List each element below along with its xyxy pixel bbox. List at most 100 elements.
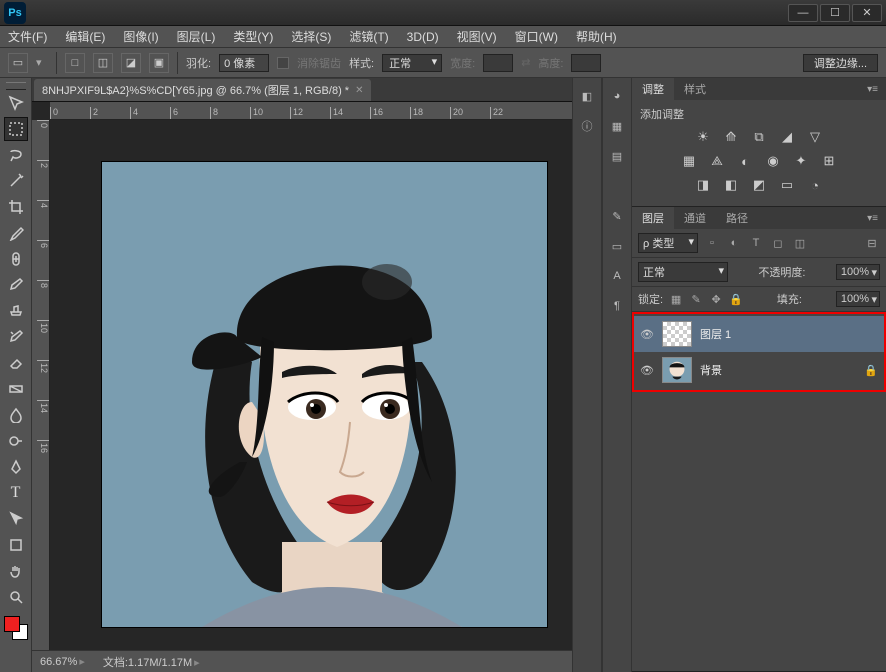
zoom-level[interactable]: 66.67%▸: [40, 655, 85, 668]
lock-all-icon[interactable]: 🔒: [729, 292, 743, 306]
magic-wand-tool[interactable]: [4, 169, 28, 193]
filter-shape-icon[interactable]: ◻: [770, 235, 786, 251]
brush-tool[interactable]: [4, 273, 28, 297]
blur-tool[interactable]: [4, 403, 28, 427]
healing-brush-tool[interactable]: [4, 247, 28, 271]
layer-name[interactable]: 背景: [700, 362, 722, 378]
color-panel-icon[interactable]: ◕: [607, 86, 627, 106]
threshold-icon[interactable]: ◩: [750, 176, 768, 194]
info-panel-icon[interactable]: ⓘ: [577, 116, 597, 136]
dodge-tool[interactable]: [4, 429, 28, 453]
curves-icon[interactable]: ⧉: [750, 128, 768, 146]
refine-edge-button[interactable]: 调整边缘...: [803, 54, 878, 72]
intersect-selection-icon[interactable]: ▣: [149, 53, 169, 73]
visibility-icon[interactable]: 👁: [640, 328, 654, 341]
eyedropper-tool[interactable]: [4, 221, 28, 245]
ruler-vertical[interactable]: 0246810121416: [32, 120, 50, 650]
brightness-icon[interactable]: ☀: [694, 128, 712, 146]
posterize-icon[interactable]: ◧: [722, 176, 740, 194]
menu-view[interactable]: 视图(V): [453, 26, 501, 47]
levels-icon[interactable]: ⟰: [722, 128, 740, 146]
canvas[interactable]: [102, 162, 547, 627]
eraser-tool[interactable]: [4, 351, 28, 375]
tool-grip[interactable]: [6, 82, 26, 90]
subtract-selection-icon[interactable]: ◪: [121, 53, 141, 73]
zoom-tool[interactable]: [4, 585, 28, 609]
menu-window[interactable]: 窗口(W): [511, 26, 562, 47]
tab-paths[interactable]: 路径: [716, 207, 758, 229]
layer-filter-select[interactable]: ρ 类型: [638, 233, 698, 253]
photofilter-icon[interactable]: ◉: [764, 152, 782, 170]
visibility-icon[interactable]: 👁: [640, 364, 654, 377]
blend-mode-select[interactable]: 正常: [638, 262, 728, 282]
opacity-value[interactable]: 100%: [836, 264, 880, 280]
menu-help[interactable]: 帮助(H): [572, 26, 621, 47]
type-tool[interactable]: T: [4, 481, 28, 505]
tab-layers[interactable]: 图层: [632, 207, 674, 229]
close-tab-icon[interactable]: ✕: [355, 85, 363, 96]
exposure-icon[interactable]: ◢: [778, 128, 796, 146]
lock-transparency-icon[interactable]: ▦: [669, 292, 683, 306]
minimize-button[interactable]: —: [788, 4, 818, 22]
brush-panel-icon[interactable]: ✎: [607, 206, 627, 226]
fill-value[interactable]: 100%: [836, 291, 880, 307]
filter-toggle-icon[interactable]: ⊟: [864, 235, 880, 251]
style-select[interactable]: 正常: [382, 54, 442, 72]
layer-thumbnail[interactable]: [662, 321, 692, 347]
layer-thumbnail[interactable]: [662, 357, 692, 383]
maximize-button[interactable]: ☐: [820, 4, 850, 22]
close-button[interactable]: ✕: [852, 4, 882, 22]
history-panel-icon[interactable]: ◧: [577, 86, 597, 106]
menu-select[interactable]: 选择(S): [287, 26, 335, 47]
layer-row[interactable]: 👁 图层 1: [634, 316, 884, 352]
tab-adjustments[interactable]: 调整: [632, 78, 674, 100]
vibrance-icon[interactable]: ▽: [806, 128, 824, 146]
selectivecolor-icon[interactable]: ◔: [806, 176, 824, 194]
filter-adjust-icon[interactable]: ◐: [726, 235, 742, 251]
gradientmap-icon[interactable]: ▭: [778, 176, 796, 194]
channelmixer-icon[interactable]: ✦: [792, 152, 810, 170]
hue-icon[interactable]: ▦: [680, 152, 698, 170]
path-selection-tool[interactable]: [4, 507, 28, 531]
menu-edit[interactable]: 编辑(E): [61, 26, 109, 47]
move-tool[interactable]: [4, 91, 28, 115]
tab-styles[interactable]: 样式: [674, 78, 716, 100]
colorbalance-icon[interactable]: ⟁: [708, 152, 726, 170]
menu-file[interactable]: 文件(F): [4, 26, 51, 47]
tool-preset-icon[interactable]: ▭: [8, 53, 28, 73]
doc-size[interactable]: 文档:1.17M/1.17M▸: [103, 654, 200, 670]
gradient-tool[interactable]: [4, 377, 28, 401]
shape-tool[interactable]: [4, 533, 28, 557]
menu-type[interactable]: 类型(Y): [229, 26, 277, 47]
colorlookup-icon[interactable]: ⊞: [820, 152, 838, 170]
filter-smart-icon[interactable]: ◫: [792, 235, 808, 251]
add-selection-icon[interactable]: ◫: [93, 53, 113, 73]
lasso-tool[interactable]: [4, 143, 28, 167]
menu-3d[interactable]: 3D(D): [403, 28, 443, 46]
swatches-panel-icon[interactable]: ▦: [607, 116, 627, 136]
menu-filter[interactable]: 滤镜(T): [345, 26, 392, 47]
color-swatch[interactable]: [4, 616, 28, 640]
layer-name[interactable]: 图层 1: [700, 326, 731, 342]
menu-image[interactable]: 图像(I): [119, 26, 162, 47]
tool-preset-dropdown[interactable]: ▾: [36, 56, 48, 69]
clone-stamp-tool[interactable]: [4, 299, 28, 323]
lock-pixels-icon[interactable]: ✎: [689, 292, 703, 306]
menu-layer[interactable]: 图层(L): [173, 26, 220, 47]
layers-menu-icon[interactable]: ▾≡: [859, 213, 886, 224]
marquee-tool[interactable]: [4, 117, 28, 141]
new-selection-icon[interactable]: □: [65, 53, 85, 73]
libraries-panel-icon[interactable]: ▤: [607, 146, 627, 166]
panel-menu-icon[interactable]: ▾≡: [859, 84, 886, 95]
history-brush-tool[interactable]: [4, 325, 28, 349]
layer-row[interactable]: 👁 背景 🔒: [634, 352, 884, 388]
pen-tool[interactable]: [4, 455, 28, 479]
invert-icon[interactable]: ◨: [694, 176, 712, 194]
document-tab[interactable]: 8NHJPXIF9L$A2}%S%CD[Y65.jpg @ 66.7% (图层 …: [34, 79, 371, 101]
lock-position-icon[interactable]: ✥: [709, 292, 723, 306]
feather-input[interactable]: [219, 54, 269, 72]
ruler-horizontal[interactable]: 0246810121416182022: [50, 102, 572, 120]
paragraph-panel-icon[interactable]: ¶: [607, 296, 627, 316]
app-logo[interactable]: Ps: [4, 2, 26, 24]
antialias-checkbox[interactable]: [277, 57, 289, 69]
